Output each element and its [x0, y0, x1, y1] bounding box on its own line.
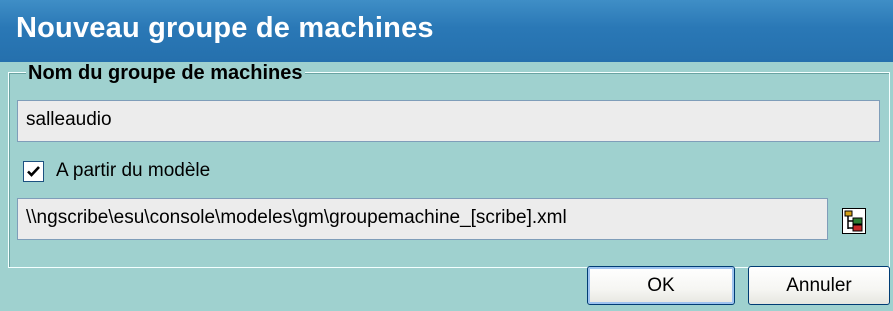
checkmark-icon: [27, 165, 40, 177]
dialog-body: Nom du groupe de machines salleaudio A p…: [0, 62, 893, 311]
template-path-input[interactable]: \\ngscribe\esu\console\modeles\gm\groupe…: [17, 198, 828, 240]
dialog-window: Nouveau groupe de machines Nom du groupe…: [0, 0, 893, 311]
tree-browse-icon[interactable]: [842, 208, 866, 234]
ok-button[interactable]: OK: [587, 266, 735, 305]
template-checkbox-row[interactable]: A partir du modèle: [23, 158, 210, 184]
template-checkbox-label: A partir du modèle: [56, 160, 211, 181]
group-box-legend: Nom du groupe de machines: [26, 62, 306, 85]
group-name-input[interactable]: salleaudio: [17, 100, 880, 142]
title-bar[interactable]: Nouveau groupe de machines: [0, 0, 893, 62]
cancel-button[interactable]: Annuler: [748, 266, 890, 305]
window-title: Nouveau groupe de machines: [16, 12, 434, 44]
template-checkbox[interactable]: [23, 160, 44, 182]
